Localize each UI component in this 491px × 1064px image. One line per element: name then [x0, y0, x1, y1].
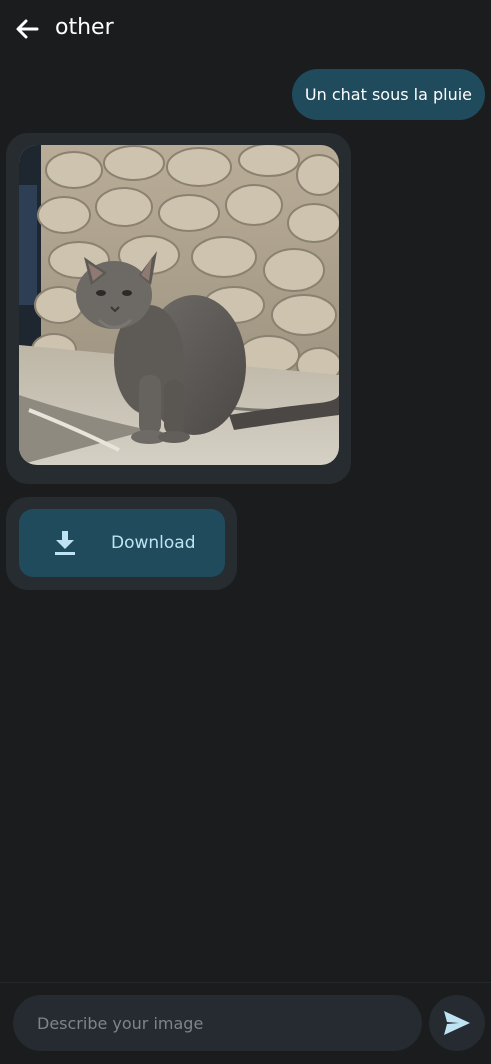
send-icon	[444, 1011, 470, 1035]
generated-image[interactable]	[19, 145, 339, 465]
download-message-bubble: Download	[6, 497, 237, 590]
app-header: other	[0, 0, 491, 56]
chat-screen: other Un chat sous la pluie Download Des…	[0, 0, 491, 1064]
arrow-left-icon	[16, 19, 39, 39]
user-message-bubble: Un chat sous la pluie	[291, 69, 485, 120]
prompt-input[interactable]	[13, 995, 422, 1051]
cat-photo	[19, 145, 339, 465]
image-message-bubble	[6, 133, 351, 484]
composer-divider	[0, 982, 491, 983]
page-title: other	[55, 15, 114, 40]
download-icon	[55, 531, 75, 555]
download-label: Download	[111, 533, 196, 553]
send-button[interactable]	[429, 995, 485, 1051]
back-button[interactable]	[12, 14, 42, 44]
download-button[interactable]: Download	[19, 509, 225, 577]
